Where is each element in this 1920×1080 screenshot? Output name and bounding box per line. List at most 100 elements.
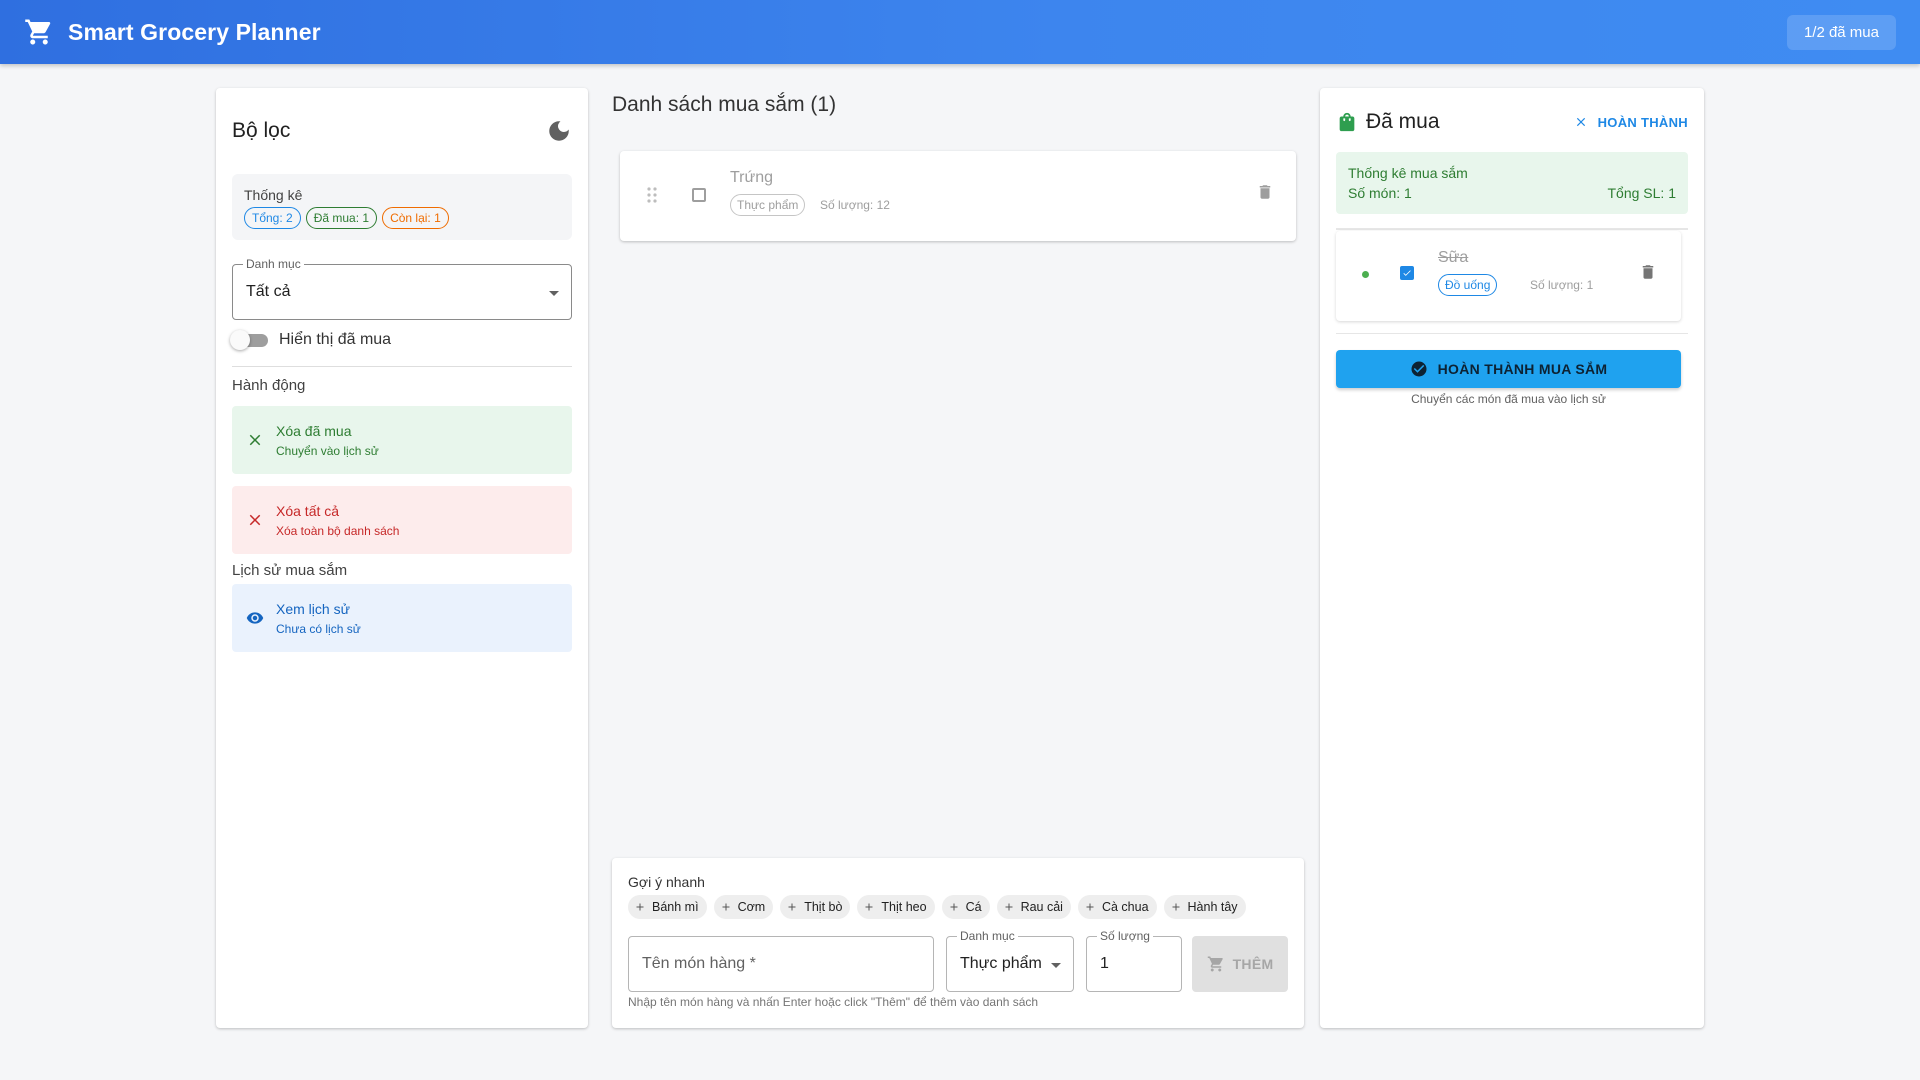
item-quantity: Số lượng: 12 (820, 198, 890, 212)
view-history-button[interactable]: Xem lịch sử Chưa có lịch sử (232, 584, 572, 652)
suggestion-label: Cơm (737, 900, 766, 914)
drag-icon[interactable] (646, 186, 658, 204)
app-bar: Smart Grocery Planner 1/2 đã mua (0, 0, 1920, 64)
suggestion-chip[interactable]: Cá (941, 895, 990, 919)
chevron-down-icon (1051, 963, 1061, 968)
bought-title: Đã mua (1366, 110, 1440, 133)
add-button-label: THÊM (1232, 956, 1274, 972)
filter-panel: Bộ lọc Thống kê Tổng: 2 Đã mua: 1 Còn lại:… (216, 88, 588, 1028)
category-dropdown-value: Thực phẩm (960, 955, 1042, 972)
item-name: Trứng (730, 169, 774, 186)
bought-item: Sữa Đồ uống Số lượng: 1 (1336, 231, 1681, 321)
add-hint: Nhập tên món hàng và nhấn Enter hoặc cli… (628, 995, 1039, 1009)
chevron-down-icon (549, 291, 559, 296)
close-icon (1576, 117, 1585, 127)
check-icon (1403, 270, 1411, 276)
category-select-label: Danh mục (243, 257, 304, 271)
quantity-input[interactable]: Số lượng 1 (1086, 929, 1182, 992)
suggestion-label: Thịt heo (881, 900, 927, 914)
progress-badge: 1/2 đã mua (1786, 14, 1896, 50)
suggestion-chip[interactable]: Cà chua (1077, 895, 1157, 919)
cart-icon (25, 19, 51, 45)
plus-icon (722, 903, 730, 911)
plus-icon (1086, 903, 1094, 911)
clear-all-sub: Xóa toàn bộ danh sách (276, 523, 400, 538)
stats-box: Thống kê Tổng: 2 Đã mua: 1 Còn lại: 1 (232, 174, 572, 240)
app-title: Smart Grocery Planner (68, 18, 321, 45)
finish-hint: Chuyển các món đã mua vào lịch sử (1411, 392, 1606, 406)
suggestion-label: Rau cải (1020, 900, 1063, 914)
quantity-value: 1 (1100, 955, 1109, 972)
stats-label: Thống kê (244, 187, 303, 203)
suggestion-chip[interactable]: Thịt heo (857, 895, 935, 919)
cart-icon (1207, 956, 1223, 972)
shopping-stats-box: Thống kê mua sắm Số món: 1 Tổng SL: 1 (1336, 152, 1688, 214)
view-history-title: Xem lịch sử (276, 600, 350, 617)
finish-shopping-label: HOÀN THÀNH MUA SẮM (1437, 361, 1608, 377)
moon-icon[interactable] (546, 118, 572, 144)
suggestion-chip[interactable]: Cơm (713, 895, 774, 919)
shopping-stats-title: Thống kê mua sắm (1348, 165, 1468, 181)
trash-icon[interactable] (1639, 263, 1657, 281)
bag-icon (1339, 112, 1355, 132)
view-history-sub: Chưa có lịch sử (276, 621, 361, 636)
show-bought-toggle[interactable] (230, 330, 268, 350)
bought-item-quantity: Số lượng: 1 (1530, 278, 1594, 292)
show-bought-label: Hiển thị đã mua (279, 331, 392, 348)
item-name-placeholder: Tên món hàng * (642, 955, 756, 972)
list-item: Trứng Thực phẩm Số lượng: 12 (620, 151, 1296, 241)
clear-all-title: Xóa tất cả (276, 502, 340, 519)
divider (1336, 333, 1688, 334)
close-icon (249, 514, 261, 526)
suggestion-chip[interactable]: Bánh mì (628, 895, 707, 919)
plus-icon (1005, 903, 1013, 911)
divider (232, 366, 572, 367)
item-category-chip: Thực phẩm (730, 194, 806, 216)
remaining-chip: Còn lại: 1 (382, 207, 449, 229)
eye-icon (246, 612, 264, 624)
suggestion-label: Bánh mì (652, 900, 699, 914)
suggestion-chip[interactable]: Thịt bò (780, 895, 851, 919)
plus-icon (865, 903, 873, 911)
category-dropdown-label: Danh mục (957, 929, 1018, 943)
item-name-input[interactable]: Tên món hàng * (628, 936, 934, 992)
quantity-label: Số lượng (1097, 929, 1153, 943)
plus-icon (950, 903, 958, 911)
quick-suggest-title: Gợi ý nhanh (628, 874, 705, 890)
clear-bought-sub: Chuyển vào lịch sử (276, 443, 379, 458)
add-button[interactable]: THÊM (1192, 936, 1288, 992)
suggestion-label: Thịt bò (804, 900, 843, 914)
clear-all-button[interactable]: Xóa tất cả Xóa toàn bộ danh sách (232, 486, 572, 554)
clear-bought-title: Xóa đã mua (276, 422, 352, 439)
bought-panel: Đã mua HOÀN THÀNH Thống kê mua sắm Số mó… (1320, 88, 1704, 1028)
actions-title: Hành động (232, 377, 306, 394)
show-bought-toggle-row[interactable]: Hiển thị đã mua (230, 330, 572, 350)
divider (1336, 228, 1688, 230)
category-select[interactable]: Danh mục Tất cả (232, 257, 572, 320)
suggestion-chip[interactable]: Rau cải (996, 895, 1071, 919)
complete-link[interactable]: HOÀN THÀNH (1574, 115, 1688, 130)
suggestion-chip[interactable]: Hành tây (1163, 895, 1246, 919)
complete-link-label: HOÀN THÀNH (1597, 114, 1688, 130)
add-item-panel: Gợi ý nhanh Bánh mì Cơm Thịt bò Thịt heo… (612, 858, 1304, 1028)
suggestion-label: Cà chua (1101, 900, 1149, 914)
status-dot (1362, 271, 1369, 278)
filter-title: Bộ lọc (232, 119, 291, 142)
bought-chip: Đã mua: 1 (305, 207, 378, 229)
plus-icon (788, 903, 796, 911)
trash-icon[interactable] (1256, 183, 1274, 201)
clear-bought-button[interactable]: Xóa đã mua Chuyển vào lịch sử (232, 406, 572, 474)
category-select-value: Tất cả (246, 283, 291, 300)
close-icon (249, 434, 261, 446)
suggestion-list: Bánh mì Cơm Thịt bò Thịt heo Cá Rau cải … (628, 895, 1288, 919)
history-title: Lịch sử mua sắm (232, 562, 348, 579)
bought-item-name: Sữa (1438, 249, 1469, 266)
bought-item-category-chip: Đồ uống (1438, 274, 1498, 296)
finish-shopping-button[interactable]: HOÀN THÀNH MUA SẮM (1336, 350, 1681, 388)
item-checkbox[interactable] (692, 188, 706, 202)
suggestion-label: Hành tây (1187, 900, 1238, 914)
shopping-list-title: Danh sách mua sắm (1) (612, 93, 837, 116)
category-dropdown[interactable]: Danh mục Thực phẩm (946, 929, 1074, 992)
suggestion-label: Cá (965, 900, 982, 914)
bought-item-checkbox[interactable] (1400, 266, 1414, 280)
